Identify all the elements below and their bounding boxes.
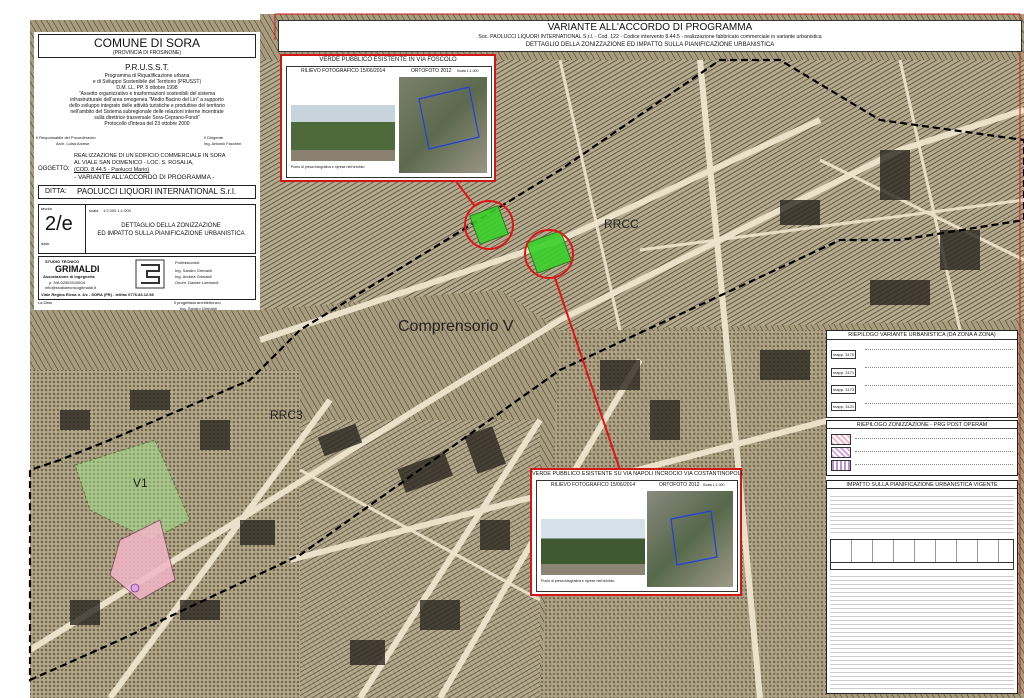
variante-mapp: mapp. 3173 bbox=[831, 385, 857, 394]
inset-napoli-overlay bbox=[670, 510, 718, 566]
variante-mapp: mapp. 3121 bbox=[831, 402, 857, 411]
inset-napoli-title: VERDE PUBBLICO ESISTENTE SU VIA NAPOLI I… bbox=[532, 471, 743, 477]
sheet-header: VARIANTE ALL'ACCORDO DI PROGRAMMA Soc. P… bbox=[278, 20, 1022, 52]
variante-mapp: mapp. 3171 bbox=[831, 368, 857, 377]
inset-foscolo-scala: Scala 1:1.000 bbox=[457, 69, 479, 73]
header-subtitle2: DETTAGLIO DELLA ZONIZZAZIONE ED IMPATTO … bbox=[525, 42, 775, 48]
studio-line: Viale Regina Elena n. 4/c - SORA (FR) - … bbox=[41, 292, 154, 297]
scala-label: scala bbox=[89, 208, 99, 213]
data-label: data: bbox=[41, 241, 50, 246]
prusst-title: P.R.U.S.S.T. bbox=[125, 63, 169, 72]
tavola-box: tavola 2/e data: scala 1:2.000 1:1.000 D… bbox=[38, 204, 256, 254]
progettista-label: Il progettista architettonico bbox=[174, 300, 221, 305]
zonizzazione-swatch bbox=[831, 460, 851, 471]
variante-descriptions bbox=[865, 345, 1013, 407]
dirigente-label: Il Dirigente bbox=[204, 135, 224, 140]
zone-label-rrc3: RRC3 bbox=[270, 408, 303, 422]
right-legend-panel: RIEPILOGO VARIANTE URBANISTICA (DA ZONA … bbox=[826, 330, 1018, 694]
tavola-divider bbox=[85, 205, 86, 253]
ditta-sign: La Ditta bbox=[38, 300, 52, 305]
inset-foscolo-photo bbox=[291, 105, 395, 161]
inset-napoli-scala: Scala 1:1.000 bbox=[703, 483, 725, 487]
inset-napoli-caption: Punto di presa fotografica e riprese nel… bbox=[541, 579, 615, 583]
ditta-label: DITTA: bbox=[45, 188, 67, 195]
inset-napoli-ortofoto: ORTOFOTO 2012 bbox=[659, 482, 700, 488]
header-subtitle: Soc. PAOLUCCI LIQUORI INTERNATIONAL S.r.… bbox=[478, 34, 822, 40]
comune-box: COMUNE DI SORA (PROVINCIA DI FROSINONE) bbox=[38, 34, 256, 58]
impatto-text-block bbox=[830, 493, 1014, 533]
impatto-text-block-2 bbox=[830, 573, 1014, 689]
inset-napoli-rilievo: RILIEVO FOTOGRAFICO 15/06/2014 bbox=[551, 482, 636, 488]
title-block: COMUNE DI SORA (PROVINCIA DI FROSINONE) … bbox=[34, 32, 260, 311]
header-title: VARIANTE ALL'ACCORDO DI PROGRAMMA bbox=[547, 22, 753, 33]
professionista: Geom. Davide Lombardi bbox=[175, 280, 219, 285]
inset-napoli: VERDE PUBBLICO ESISTENTE SU VIA NAPOLI I… bbox=[530, 468, 742, 596]
zonizzazione-swatch bbox=[831, 434, 851, 445]
impatto-table-row bbox=[830, 561, 1014, 570]
inset-foscolo-rilievo: RILIEVO FOTOGRAFICO 15/06/2014 bbox=[301, 68, 386, 74]
oggetto-line: AL VIALE SAN DOMENICO - LOC. S. ROSALIA, bbox=[74, 160, 194, 166]
variante-mapp: mapp. 3170 bbox=[831, 350, 857, 359]
zone-label-v1: V1 bbox=[133, 476, 148, 490]
studio-line: info@studiotecnicogrimaldi.it bbox=[45, 285, 96, 290]
oggetto-label: OGGETTO: bbox=[38, 166, 70, 172]
oggetto-line: REALIZZAZIONE DI UN EDIFICIO COMMERCIALE… bbox=[74, 153, 226, 159]
zonizzazione-swatch bbox=[831, 447, 851, 458]
inset-napoli-frame: RILIEVO FOTOGRAFICO 15/06/2014 ORTOFOTO … bbox=[536, 480, 738, 592]
tavola-label: tavola bbox=[41, 206, 52, 211]
inset-foscolo-overlay bbox=[418, 86, 480, 150]
ditta-box: DITTA: PAOLUCCI LIQUORI INTERNATIONAL S.… bbox=[38, 185, 256, 199]
riepilogo-variante-box: RIEPILOGO VARIANTE URBANISTICA (DA ZONA … bbox=[826, 330, 1018, 418]
planning-sheet: RRCC Comprensorio V RRC3 V1 VARIANTE ALL… bbox=[0, 0, 1024, 698]
studio-logo-icon bbox=[135, 259, 165, 289]
zonizzazione-descriptions bbox=[855, 435, 1013, 465]
inset-foscolo: VERDE PUBBLICO ESISTENTE IN VIA FOSCOLO … bbox=[280, 54, 496, 182]
scala-value: 1:2.000 1:1.000 bbox=[103, 208, 131, 213]
studio-box: STUDIO TECNICO GRIMALDI Associazione di … bbox=[38, 256, 256, 300]
progettista-name: Ing. Sandro Grimaldi bbox=[180, 306, 217, 311]
responsabile-name: Arch. Luisa Arcese bbox=[56, 141, 90, 146]
oggetto-line: - VARIANTE ALL'ACCORDO DI PROGRAMMA - bbox=[74, 174, 215, 181]
riepilogo-zonizzazione-box: RIEPILOGO ZONIZZAZIONE - PRG POST OPERAM bbox=[826, 420, 1018, 476]
zone-label-rrcc: RRCC bbox=[604, 217, 639, 231]
provincia: (PROVINCIA DI FROSINONE) bbox=[112, 50, 182, 56]
studio-name: GRIMALDI bbox=[55, 264, 100, 274]
inset-foscolo-title: VERDE PUBBLICO ESISTENTE IN VIA FOSCOLO bbox=[319, 57, 457, 63]
studio-sub: Associazione di Ingegneria bbox=[43, 274, 95, 279]
ditta-value: PAOLUCCI LIQUORI INTERNATIONAL S.r.l. bbox=[77, 187, 236, 196]
impatto-title: IMPATTO SULLA PIANIFICAZIONE URBANISTICA… bbox=[827, 482, 1017, 489]
oggetto-text: REALIZZAZIONE DI UN EDIFICIO COMMERCIALE… bbox=[74, 153, 226, 182]
oggetto-line: (COD. 8.44.5 - Paolucci Mario) bbox=[74, 167, 150, 173]
professionisti-label: Professionisti: bbox=[175, 260, 200, 265]
inset-foscolo-caption: Punto di presa fotografica e riprese nel… bbox=[291, 165, 365, 169]
prusst-line: Protocollo d'intesa del 23 ottobre 2000 bbox=[104, 121, 190, 127]
riepilogo-variante-title: RIEPILOGO VARIANTE URBANISTICA (DA ZONA … bbox=[827, 332, 1017, 340]
prusst-description: Programma di Riqualificazione urbana e d… bbox=[34, 73, 260, 127]
professionista: Ing. Andrea Grimaldi bbox=[175, 274, 212, 279]
inset-foscolo-ortofoto: ORTOFOTO 2012 bbox=[411, 68, 452, 74]
riepilogo-zonizzazione-title: RIEPILOGO ZONIZZAZIONE - PRG POST OPERAM bbox=[827, 422, 1017, 429]
zone-label-comprensorio: Comprensorio V bbox=[398, 318, 514, 335]
tavola-value: 2/e bbox=[45, 213, 73, 235]
impatto-box: IMPATTO SULLA PIANIFICAZIONE URBANISTICA… bbox=[826, 480, 1018, 694]
impatto-table bbox=[830, 539, 1014, 563]
tavola-title-2: ED IMPATTO SULLA PIANIFICAZIONE URBANIST… bbox=[97, 231, 245, 237]
inset-foscolo-frame: RILIEVO FOTOGRAFICO 15/06/2014 ORTOFOTO … bbox=[286, 66, 492, 178]
professionista: Ing. Sandro Grimaldi bbox=[175, 268, 212, 273]
tavola-title-1: DETTAGLIO DELLA ZONIZZAZIONE bbox=[121, 223, 221, 229]
responsabile-label: Il Responsabile del Procedimento bbox=[36, 135, 96, 140]
inset-napoli-photo bbox=[541, 519, 645, 575]
comune-title: COMUNE DI SORA bbox=[93, 36, 200, 50]
dirigente-name: Ing. Antonio Facchini bbox=[204, 141, 242, 146]
